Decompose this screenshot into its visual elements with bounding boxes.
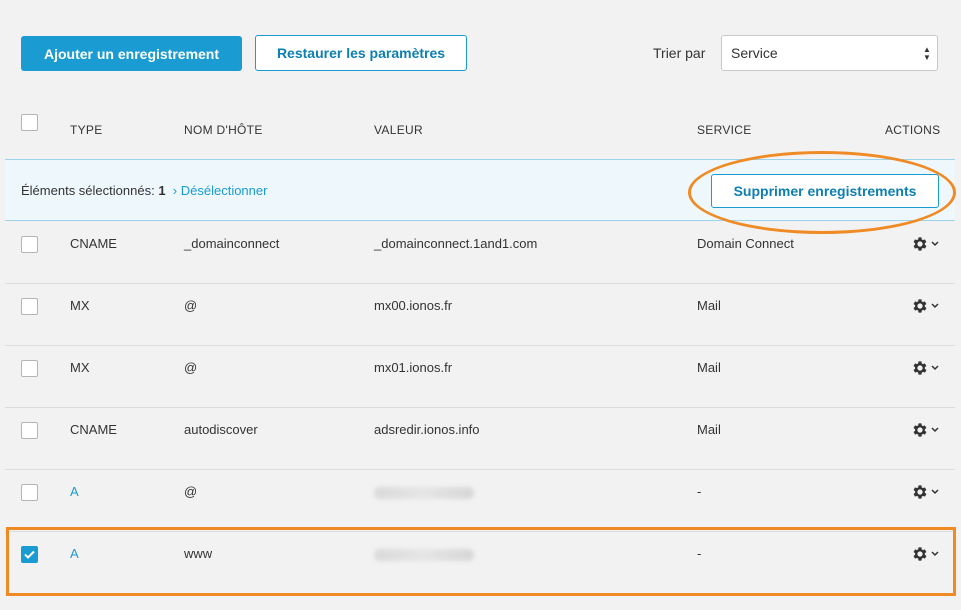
record-hostname: @ (184, 298, 198, 313)
chevron-down-icon (931, 551, 939, 557)
row-checkbox[interactable] (21, 298, 38, 315)
gear-icon (911, 421, 929, 439)
row-separator (5, 531, 955, 532)
chevron-down-icon (931, 303, 939, 309)
record-value: adsredir.ionos.info (374, 422, 480, 437)
selection-count: 1 (158, 183, 166, 198)
gear-icon (911, 545, 929, 563)
chevron-down-icon (931, 427, 939, 433)
record-service: Mail (697, 360, 721, 375)
sort-select[interactable]: Service ▲ ▼ (721, 35, 938, 71)
delete-records-button[interactable]: Supprimer enregistrements (711, 174, 939, 208)
row-checkbox[interactable] (21, 546, 38, 563)
row-checkbox[interactable] (21, 484, 38, 501)
record-hostname: @ (184, 484, 198, 499)
row-checkbox[interactable] (21, 360, 38, 377)
selection-info: Éléments sélectionnés: 1 › Désélectionne… (21, 183, 267, 198)
row-separator (5, 407, 955, 408)
chevron-down-icon (931, 241, 939, 247)
row-actions-menu[interactable] (911, 297, 939, 315)
record-type: MX (70, 360, 90, 375)
record-service: Mail (697, 422, 721, 437)
add-record-button[interactable]: Ajouter un enregistrement (21, 36, 242, 71)
gear-icon (911, 359, 929, 377)
record-type: MX (70, 298, 90, 313)
row-actions-menu[interactable] (911, 483, 939, 501)
select-all-checkbox[interactable] (21, 114, 38, 131)
header-value: VALEUR (374, 123, 423, 137)
selection-label: Éléments sélectionnés: (21, 183, 155, 198)
row-checkbox[interactable] (21, 422, 38, 439)
select-arrows-icon: ▲ ▼ (923, 45, 931, 62)
checkmark-icon (24, 550, 35, 559)
record-type: CNAME (70, 236, 117, 251)
row-actions-menu[interactable] (911, 421, 939, 439)
gear-icon (911, 483, 929, 501)
header-hostname: NOM D'HÔTE (184, 123, 263, 137)
row-separator (5, 469, 955, 470)
record-service: Mail (697, 298, 721, 313)
row-actions-menu[interactable] (911, 359, 939, 377)
record-service: - (697, 546, 702, 561)
deselect-link[interactable]: Désélectionner (181, 183, 268, 198)
annotation-rectangle (6, 527, 956, 596)
record-value-redacted (374, 549, 474, 561)
row-actions-menu[interactable] (911, 545, 939, 563)
record-value-redacted (374, 487, 474, 499)
gear-icon (911, 297, 929, 315)
row-actions-menu[interactable] (911, 235, 939, 253)
chevron-down-icon (931, 489, 939, 495)
record-hostname: _domainconnect (184, 236, 280, 251)
header-type: TYPE (70, 123, 103, 137)
record-type[interactable]: A (70, 546, 79, 561)
record-hostname: autodiscover (184, 422, 258, 437)
record-type[interactable]: A (70, 484, 79, 499)
row-separator (5, 283, 955, 284)
record-value: mx00.ionos.fr (374, 298, 453, 313)
chevron-down-icon (931, 365, 939, 371)
record-hostname: @ (184, 360, 198, 375)
record-type: CNAME (70, 422, 117, 437)
sort-label: Trier par (653, 45, 706, 61)
row-checkbox[interactable] (21, 236, 38, 253)
record-service: - (697, 484, 702, 499)
record-value: _domainconnect.1and1.com (374, 236, 538, 251)
gear-icon (911, 235, 929, 253)
record-hostname: www (184, 546, 213, 561)
record-service: Domain Connect (697, 236, 794, 251)
record-value: mx01.ionos.fr (374, 360, 453, 375)
header-actions: ACTIONS (885, 123, 941, 137)
row-separator (5, 345, 955, 346)
header-service: SERVICE (697, 123, 752, 137)
chevron-right-icon: › (169, 183, 181, 198)
restore-settings-button[interactable]: Restaurer les paramètres (255, 35, 467, 71)
sort-select-value: Service (731, 45, 778, 61)
